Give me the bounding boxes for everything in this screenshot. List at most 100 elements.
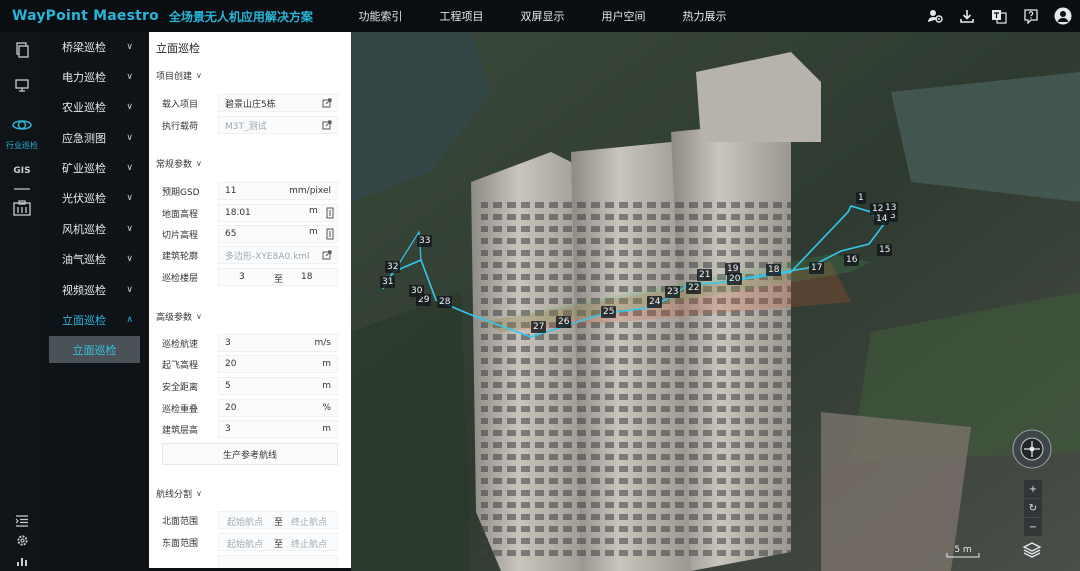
generate-route-button[interactable]: 生产参考航线 <box>162 443 338 465</box>
field-value: 65 <box>225 229 237 239</box>
load-project-field[interactable]: 碧景山庄5栋 <box>218 94 338 112</box>
waypoint-marker[interactable]: 22 <box>686 282 702 294</box>
iconbar-industry-inspection[interactable]: 行业巡检 <box>0 116 44 151</box>
field-value: 碧景山庄5栋 <box>225 99 276 110</box>
floors-to[interactable]: 18 <box>301 272 312 282</box>
iconbar-gis[interactable]: GIS <box>0 166 44 195</box>
row-takeoff: 起飞高程 20 m <box>162 355 338 373</box>
menu-item-oilgas[interactable]: 油气巡检 ∨ <box>44 244 149 274</box>
menu-item-wind[interactable]: 风机巡检 ∨ <box>44 214 149 244</box>
open-file-icon[interactable] <box>320 248 334 262</box>
floors-range-input[interactable]: 3 至 18 <box>218 268 338 286</box>
safe-distance-input[interactable]: 5 m <box>218 377 338 395</box>
zoom-out-button[interactable]: − <box>1024 518 1042 536</box>
section-route-split[interactable]: 航线分割 ∨ <box>156 487 202 500</box>
nav-function-index[interactable]: 功能索引 <box>340 8 421 24</box>
layers-button[interactable] <box>1022 540 1044 562</box>
submenu-facade-inspection[interactable]: 立面巡检 <box>49 336 140 363</box>
language-icon[interactable] <box>990 7 1008 25</box>
waypoint-marker[interactable]: 1 <box>856 192 866 204</box>
iconbar-stats[interactable] <box>12 552 32 571</box>
waypoint-marker[interactable]: 16 <box>844 254 860 266</box>
next-range-input[interactable] <box>218 555 338 568</box>
speed-input[interactable]: 3 m/s <box>218 334 338 352</box>
waypoint-marker[interactable]: 15 <box>877 244 893 256</box>
end-waypoint-input[interactable]: 终止航点 <box>291 537 327 550</box>
field-value: 5 <box>225 381 231 391</box>
gsd-input[interactable]: 11 mm/pixel <box>218 182 338 200</box>
menu-item-video[interactable]: 视频巡检 ∨ <box>44 275 149 305</box>
waypoint-marker[interactable]: 25 <box>601 306 617 318</box>
section-advanced-params[interactable]: 高级参数 ∨ <box>156 310 202 323</box>
section-title: 高级参数 <box>156 313 193 323</box>
zoom-in-button[interactable]: + <box>1024 480 1042 498</box>
field-label: 预期GSD <box>162 187 200 198</box>
menu-item-label: 桥梁巡检 <box>62 41 106 54</box>
nav-heatmap[interactable]: 热力展示 <box>664 8 745 24</box>
menu-item-solar[interactable]: 光伏巡检 ∨ <box>44 183 149 213</box>
waypoint-marker[interactable]: 33 <box>417 235 433 247</box>
layers-icon <box>1022 542 1042 564</box>
pick-height-icon[interactable] <box>323 206 337 220</box>
floor-height-input[interactable]: 3 m <box>218 420 338 438</box>
waypoint-marker[interactable]: 23 <box>665 286 681 298</box>
start-waypoint-input[interactable]: 起始航点 <box>227 515 263 528</box>
waypoint-marker[interactable]: 28 <box>437 296 453 308</box>
download-icon[interactable] <box>958 7 976 25</box>
nav-dual-screen[interactable]: 双屏显示 <box>502 8 583 24</box>
chevron-down-icon: ∨ <box>196 312 202 321</box>
waypoint-marker[interactable]: 20 <box>727 273 743 285</box>
menu-item-emergency[interactable]: 应急测图 ∨ <box>44 123 149 153</box>
user-avatar-icon[interactable] <box>1054 7 1072 25</box>
open-file-icon[interactable] <box>320 118 334 132</box>
iconbar-toolbox[interactable] <box>0 200 44 220</box>
waypoint-marker[interactable]: 14 <box>874 213 890 225</box>
waypoint-marker[interactable]: 17 <box>809 262 825 274</box>
takeoff-elevation-input[interactable]: 20 m <box>218 355 338 373</box>
menu-item-facade[interactable]: 立面巡检 ∧ <box>44 305 149 335</box>
overlap-input[interactable]: 20 % <box>218 399 338 417</box>
reset-view-button[interactable]: ↻ <box>1024 499 1042 517</box>
waypoint-marker[interactable]: 32 <box>385 261 401 273</box>
ground-elevation-input[interactable]: 18.01 m <box>218 204 338 222</box>
waypoint-marker[interactable]: 26 <box>556 316 572 328</box>
compass-navigator[interactable] <box>1011 428 1053 470</box>
field-label: 切片高程 <box>162 230 199 241</box>
section-general-params[interactable]: 常规参数 ∨ <box>156 157 202 170</box>
iconbar-list[interactable] <box>12 512 32 531</box>
payload-field[interactable]: M3T_测试 <box>218 116 338 134</box>
waypoint-marker[interactable]: 21 <box>697 269 713 281</box>
waypoint-marker[interactable]: 18 <box>766 264 782 276</box>
menu-item-mining[interactable]: 矿业巡检 ∨ <box>44 153 149 183</box>
building-outline-field[interactable]: 多边形-XYE8A0.kml <box>218 246 338 264</box>
iconbar-files[interactable] <box>0 42 44 62</box>
nav-user-space[interactable]: 用户空间 <box>583 8 664 24</box>
nav-projects[interactable]: 工程项目 <box>421 8 502 24</box>
end-waypoint-input[interactable]: 终止航点 <box>291 515 327 528</box>
iconbar-settings[interactable] <box>12 532 32 551</box>
users-settings-icon[interactable] <box>926 7 944 25</box>
menu-item-bridge[interactable]: 桥梁巡检 ∨ <box>44 32 149 62</box>
waypoint-marker[interactable]: 30 <box>409 285 425 297</box>
waypoint-marker[interactable]: 27 <box>531 321 547 333</box>
menu-item-agriculture[interactable]: 农业巡检 ∨ <box>44 92 149 122</box>
pick-height-icon[interactable] <box>323 227 337 241</box>
section-project-create[interactable]: 项目创建 ∨ <box>156 69 202 82</box>
chevron-down-icon: ∨ <box>126 72 133 82</box>
floors-from[interactable]: 3 <box>239 272 245 282</box>
open-file-icon[interactable] <box>320 96 334 110</box>
waypoint-marker[interactable]: 24 <box>647 296 663 308</box>
row-payload: 执行载荷 M3T_测试 <box>162 116 338 134</box>
3d-scene-viewport[interactable]: 1 3 12 13 14 15 16 17 18 19 20 21 22 23 24 25 26 27 28 29 30… <box>351 32 1080 571</box>
north-range-input[interactable]: 起始航点 至 终止航点 <box>218 511 338 529</box>
slice-elevation-input[interactable]: 65 m <box>218 225 338 243</box>
start-waypoint-input[interactable]: 起始航点 <box>227 537 263 550</box>
help-icon[interactable] <box>1022 7 1040 25</box>
menu-item-power[interactable]: 电力巡检 ∨ <box>44 62 149 92</box>
waypoint-marker[interactable]: 31 <box>380 276 396 288</box>
field-label: 载入项目 <box>162 99 199 110</box>
east-range-input[interactable]: 起始航点 至 终止航点 <box>218 533 338 551</box>
iconbar-route[interactable] <box>0 78 44 98</box>
menu-item-label: 油气巡检 <box>62 253 106 266</box>
chevron-down-icon: ∨ <box>126 102 133 112</box>
